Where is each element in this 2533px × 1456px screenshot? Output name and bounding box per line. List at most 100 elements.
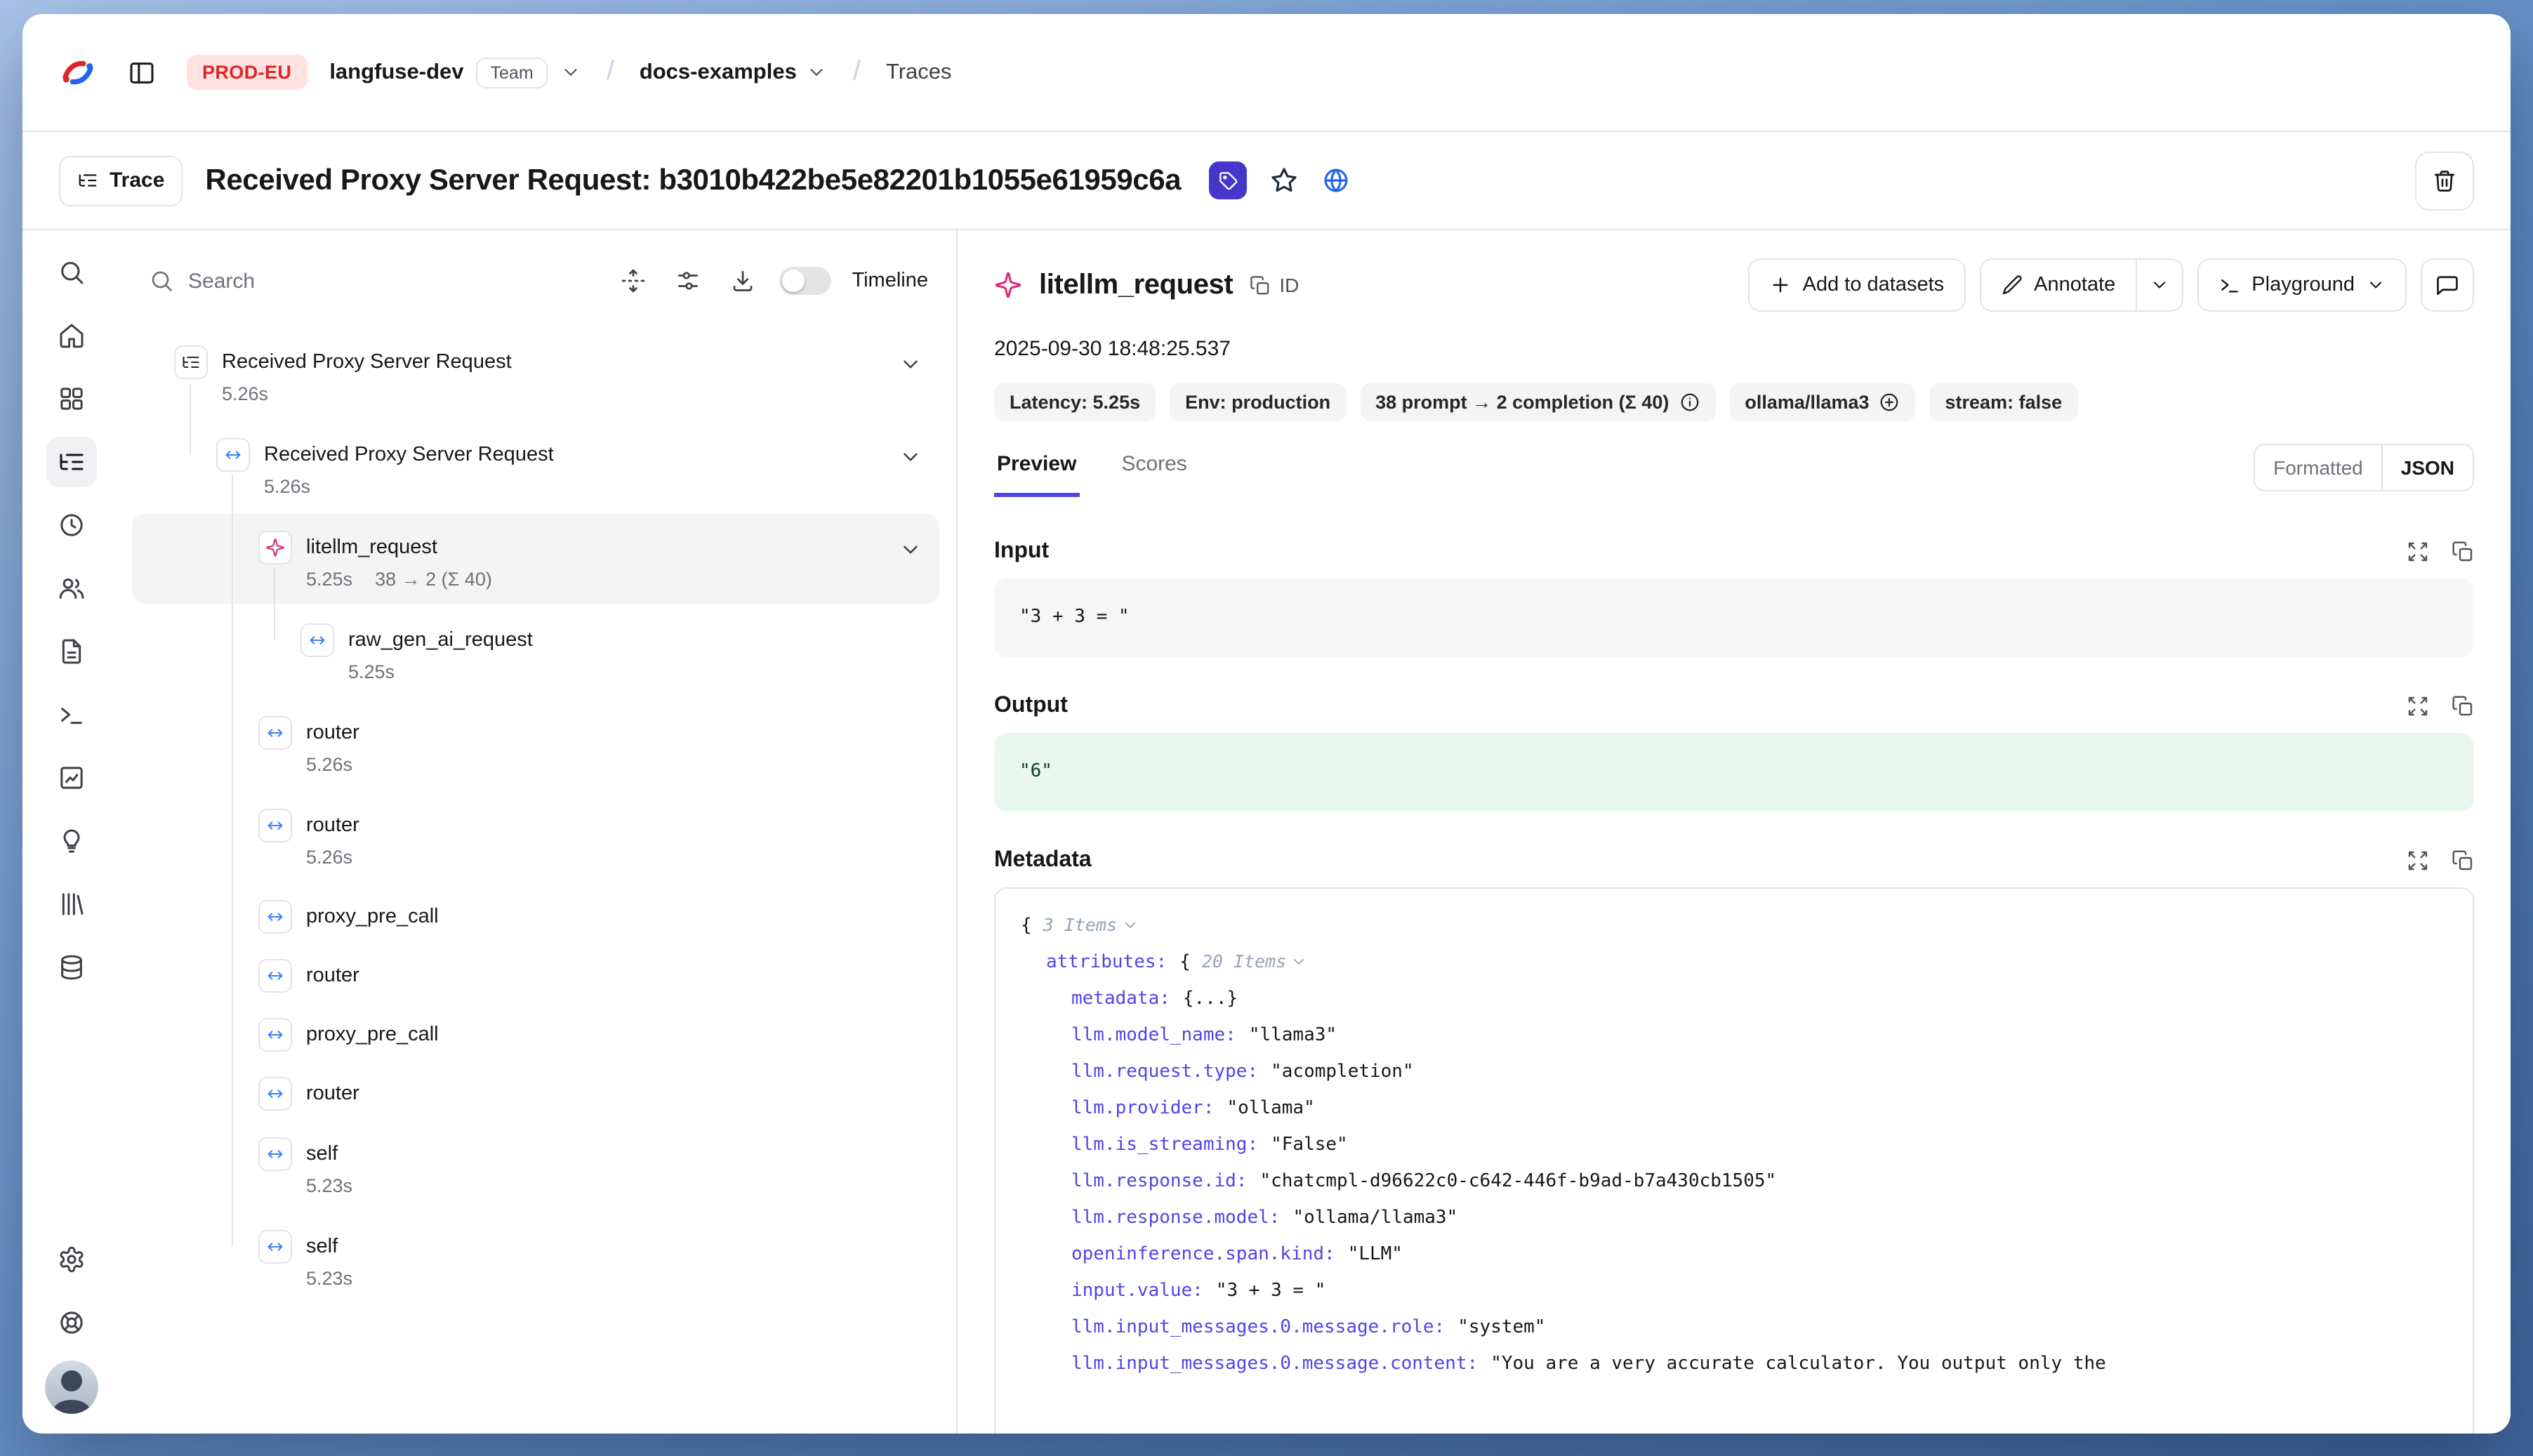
copy-id-button[interactable]: ID: [1250, 274, 1299, 296]
trace-header: Trace Received Proxy Server Request: b30…: [22, 132, 2511, 230]
sidebar-item-support[interactable]: [46, 1297, 97, 1348]
observation-badges: Latency: 5.25s Env: production 38 prompt…: [994, 383, 2474, 421]
plus-circle-icon[interactable]: [1879, 392, 1900, 413]
sidebar-item-database[interactable]: [46, 942, 97, 993]
clock-icon: [58, 511, 86, 539]
tree-node-root[interactable]: Received Proxy Server Request 5.26s: [121, 331, 956, 424]
node-name: self: [306, 1137, 352, 1171]
info-icon[interactable]: [1679, 392, 1700, 413]
annotate-button[interactable]: Annotate: [1980, 260, 2135, 310]
tree-node-span[interactable]: Received Proxy Server Request 5.26s: [121, 424, 956, 517]
trace-title: Received Proxy Server Request: b3010b422…: [205, 164, 1181, 197]
sidebar-item-evaluations[interactable]: [46, 816, 97, 866]
download-icon: [729, 268, 755, 293]
copy-section-button[interactable]: [2452, 849, 2474, 872]
organization-type-badge: Team: [477, 57, 548, 88]
sidebar-item-search[interactable]: [46, 247, 97, 298]
breadcrumb-traces-link[interactable]: Traces: [886, 60, 952, 85]
sidebar-item-tracing[interactable]: [46, 437, 97, 487]
tree-node-router[interactable]: router 5.26s: [121, 795, 956, 887]
input-value: "3 + 3 = ": [994, 578, 2474, 657]
observation-detail-panel: litellm_request ID Add to datasets: [958, 230, 2511, 1434]
tags-button[interactable]: [1209, 161, 1247, 199]
tree-node-raw-gen-ai-request[interactable]: raw_gen_ai_request 5.25s: [121, 609, 956, 702]
sidebar-item-scores[interactable]: [46, 753, 97, 803]
playground-button[interactable]: Playground: [2197, 258, 2407, 312]
tree-node-router[interactable]: router 5.26s: [121, 702, 956, 795]
add-to-datasets-button[interactable]: Add to datasets: [1748, 258, 1966, 312]
environment-badge: PROD-EU: [187, 55, 307, 90]
collapse-attributes-toggle[interactable]: 20 Items: [1202, 951, 1307, 972]
tree-node-proxy-pre-call[interactable]: proxy_pre_call: [121, 887, 956, 946]
input-section: Input "3 + 3 = ": [994, 539, 2474, 657]
sidebar-item-dashboards[interactable]: [46, 373, 97, 424]
tree-node-self[interactable]: self 5.23s: [121, 1123, 956, 1216]
timeline-toggle[interactable]: [779, 267, 831, 295]
observation-actions: Add to datasets Annotate: [1748, 258, 2474, 312]
plus-icon: [1769, 274, 1792, 296]
user-avatar[interactable]: [45, 1361, 98, 1414]
collapse-root-toggle[interactable]: 3 Items: [1043, 914, 1138, 935]
annotate-dropdown-button[interactable]: [2135, 260, 2181, 310]
copy-section-button[interactable]: [2452, 695, 2474, 717]
organization-switcher[interactable]: langfuse-dev Team: [329, 57, 581, 88]
chevron-down-icon[interactable]: [899, 445, 922, 469]
pencil-icon: [2000, 274, 2023, 296]
sidebar-toggle-button[interactable]: [128, 58, 156, 86]
sidebar-item-playground[interactable]: [46, 689, 97, 740]
sidebar-icon-rail: [22, 230, 121, 1434]
tree-node-litellm-request-selected[interactable]: litellm_request 5.25s38 → 2 (Σ 40): [121, 517, 956, 609]
file-icon: [58, 637, 86, 666]
node-duration: 5.23s: [306, 1264, 352, 1295]
node-token-usage: 38 → 2 (Σ 40): [375, 564, 492, 595]
span-arrows-icon: [265, 1025, 285, 1045]
tree-node-self[interactable]: self 5.23s: [121, 1216, 956, 1309]
json-line: llm.response.model:"ollama/llama3": [1021, 1200, 2447, 1237]
comments-button[interactable]: [2421, 258, 2474, 312]
span-arrows-icon: [265, 1237, 285, 1257]
token-usage-badge: 38 prompt → 2 completion (Σ 40): [1360, 383, 1715, 421]
expand-section-button[interactable]: [2407, 541, 2429, 563]
trace-tree-panel: Timeline Received Proxy Server Request 5…: [121, 230, 958, 1434]
tab-scores[interactable]: Scores: [1118, 441, 1189, 493]
format-json-button[interactable]: JSON: [2381, 445, 2473, 490]
expand-section-button[interactable]: [2407, 849, 2429, 872]
observation-title: litellm_request: [1039, 269, 1233, 301]
sidebar-item-sessions[interactable]: [46, 500, 97, 550]
node-duration: 5.26s: [306, 842, 352, 873]
chevron-down-icon[interactable]: [899, 352, 922, 376]
json-line: llm.input_messages.0.message.role:"syste…: [1021, 1310, 2447, 1346]
expand-collapse-all-button[interactable]: [614, 263, 651, 299]
chevron-down-icon[interactable]: [899, 538, 922, 562]
list-tree-icon: [58, 448, 86, 476]
tab-preview[interactable]: Preview: [994, 441, 1079, 497]
bookmark-button[interactable]: [1269, 166, 1299, 195]
public-link-button[interactable]: [1321, 166, 1351, 195]
search-icon: [149, 268, 174, 293]
download-button[interactable]: [724, 263, 760, 299]
output-value: "6": [994, 733, 2474, 812]
search-input[interactable]: [188, 269, 596, 293]
search-icon: [58, 258, 86, 286]
format-formatted-button[interactable]: Formatted: [2255, 445, 2381, 490]
chevron-down-icon: [2366, 275, 2386, 295]
chevron-down-icon: [1290, 953, 1307, 969]
tree-node-router[interactable]: router: [121, 1064, 956, 1123]
project-switcher[interactable]: docs-examples: [640, 60, 828, 85]
expand-section-button[interactable]: [2407, 695, 2429, 717]
copy-icon: [2452, 695, 2474, 717]
sidebar-item-settings[interactable]: [46, 1234, 97, 1285]
project-name: docs-examples: [640, 60, 797, 85]
span-arrows-icon: [265, 723, 285, 743]
sidebar-item-home[interactable]: [46, 310, 97, 361]
sidebar-item-datasets[interactable]: [46, 879, 97, 929]
node-name: proxy_pre_call: [306, 900, 439, 934]
list-tree-icon: [77, 170, 98, 191]
sidebar-item-users[interactable]: [46, 563, 97, 614]
tree-node-proxy-pre-call[interactable]: proxy_pre_call: [121, 1005, 956, 1064]
sidebar-item-prompts[interactable]: [46, 626, 97, 677]
copy-section-button[interactable]: [2452, 541, 2474, 563]
tree-node-router[interactable]: router: [121, 946, 956, 1005]
delete-trace-button[interactable]: [2415, 151, 2474, 210]
tree-settings-button[interactable]: [669, 263, 706, 299]
